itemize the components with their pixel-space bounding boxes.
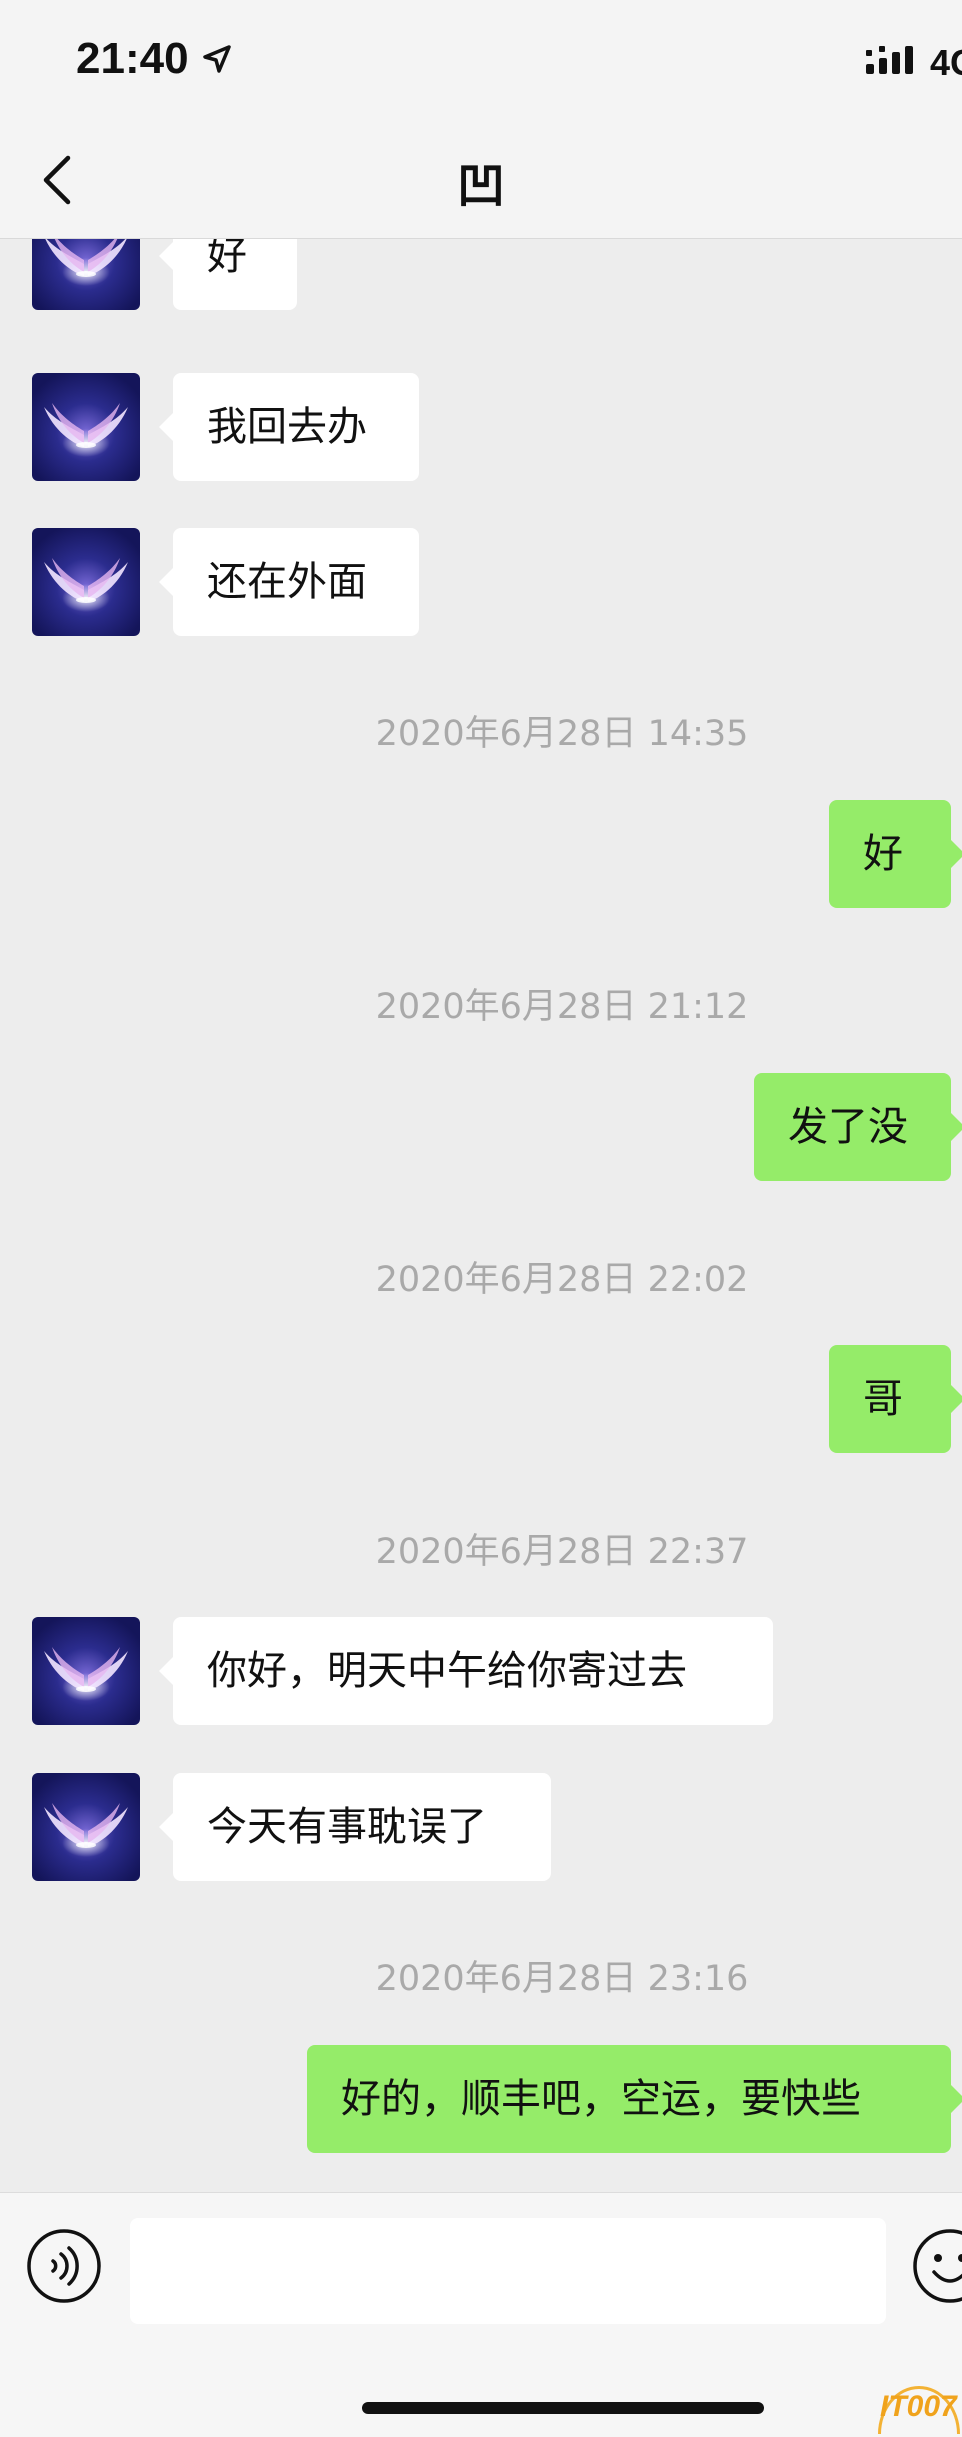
contact-avatar[interactable] [32, 1617, 140, 1725]
angel-wings-icon [32, 528, 140, 636]
message-timestamp: 2020年6月28日 22:37 [375, 1532, 749, 1572]
incoming-message[interactable]: 我回去办 [159, 373, 419, 481]
incoming-message[interactable]: 今天有事耽误了 [159, 1773, 551, 1881]
contact-avatar[interactable] [32, 528, 140, 636]
status-bar: 21:40 4G [0, 0, 962, 120]
angel-wings-icon [32, 1773, 140, 1881]
home-indicator [362, 2402, 764, 2414]
message-timestamp: 2020年6月28日 14:35 [375, 714, 749, 754]
message-timestamp: 2020年6月28日 22:02 [375, 1260, 749, 1300]
voice-input-icon[interactable] [26, 2228, 102, 2304]
outgoing-message[interactable]: 发了没 [754, 1073, 962, 1181]
watermark-logo: IT007 [880, 2390, 957, 2423]
message-timestamp: 2020年6月28日 21:12 [375, 987, 749, 1027]
emoji-icon[interactable] [912, 2228, 962, 2304]
status-time: 21:40 [76, 34, 189, 83]
location-arrow-icon [203, 45, 231, 73]
contact-avatar[interactable] [32, 373, 140, 481]
outgoing-message[interactable]: 好 [829, 800, 962, 908]
message-timestamp: 2020年6月28日 23:16 [375, 1959, 749, 1999]
chat-title: 凹 [456, 158, 505, 214]
network-type-label: 4G [930, 42, 962, 83]
angel-wings-icon [32, 373, 140, 481]
incoming-message[interactable]: 还在外面 [159, 528, 419, 636]
contact-avatar[interactable] [32, 1773, 140, 1881]
contact-avatar[interactable] [32, 239, 140, 310]
message-list[interactable]: 好 我回去办 还在外面 2020年6月28日 14:35 好 2020年6月28… [0, 239, 962, 2191]
incoming-message[interactable]: 好 [159, 239, 297, 310]
incoming-message[interactable]: 你好，明天中午给你寄过去 [159, 1617, 773, 1725]
angel-wings-icon [32, 239, 140, 310]
message-input[interactable] [130, 2218, 886, 2324]
angel-wings-icon [32, 1617, 140, 1725]
outgoing-message[interactable]: 好的，顺丰吧，空运，要快些 [307, 2045, 962, 2153]
outgoing-message[interactable]: 哥 [829, 1345, 962, 1453]
